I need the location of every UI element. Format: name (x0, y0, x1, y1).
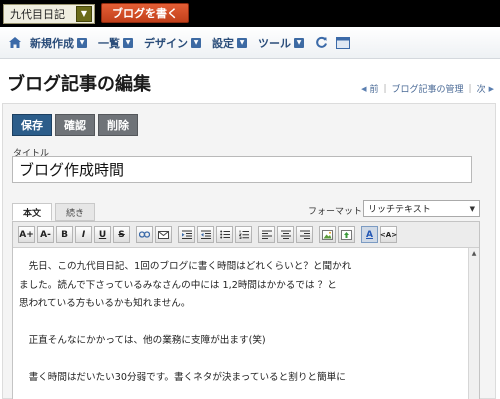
bold-button[interactable]: B (56, 226, 73, 243)
insert-image-icon[interactable] (319, 226, 336, 243)
editor-toolbar: A+ A- B I U S A <A> (13, 222, 479, 248)
indent-icon[interactable] (178, 226, 195, 243)
blog-name: 九代目日記 (10, 8, 65, 21)
format-label: フォーマット: (308, 207, 366, 217)
triangle-right-icon: ▶ (488, 84, 494, 93)
tab-more[interactable]: 続き (55, 203, 96, 221)
nav-separator: | (383, 83, 387, 94)
editor-tabs: 本文 続き (12, 203, 98, 221)
scroll-up-icon[interactable]: ▲ (470, 249, 478, 259)
body-line: 書く時間はだいたい30分弱です。書くネタが決まっていると割りと簡単に (19, 372, 346, 383)
italic-button[interactable]: I (75, 226, 92, 243)
save-button[interactable]: 保存 (12, 114, 52, 136)
nav-manage-link[interactable]: ブログ記事の管理 (392, 82, 464, 95)
format-value: リッチテキスト (368, 205, 431, 215)
editor-content[interactable]: 先日、この九代目日記、1回のブログに書く時間はどれくらいと？と聞かれ ました。読… (13, 248, 479, 388)
menu-bar: 新規作成 ▼ 一覧 ▼ デザイン ▼ 設定 ▼ ツール ▼ (0, 27, 500, 59)
nav-prev-link[interactable]: 前 (369, 82, 378, 95)
top-bar: 九代目日記 ▼ ブログを書く (0, 0, 500, 27)
refresh-icon[interactable] (315, 36, 328, 49)
menu-settings[interactable]: 設定 ▼ (212, 35, 247, 51)
text-color-button[interactable]: A (361, 226, 378, 243)
rich-text-editor: A+ A- B I U S A <A> 先日、この九代目日記、1回のブログに書く… (12, 221, 480, 399)
align-right-icon[interactable] (296, 226, 313, 243)
editor-scrollbar[interactable]: ▲ (468, 248, 479, 399)
upload-icon[interactable] (338, 226, 355, 243)
menu-new[interactable]: 新規作成 ▼ (30, 35, 87, 51)
chevron-down-icon: ▼ (237, 37, 247, 48)
menu-design[interactable]: デザイン ▼ (144, 35, 201, 51)
nav-next-link[interactable]: 次 (477, 82, 486, 95)
title-input[interactable]: ブログ作成時間 (12, 156, 472, 183)
align-left-icon[interactable] (258, 226, 275, 243)
bullet-list-icon[interactable] (216, 226, 233, 243)
numbered-list-icon[interactable] (235, 226, 252, 243)
body-line: 正直そんなにかかっては、他の業務に支障が出ます(笑) (19, 335, 266, 346)
menu-list[interactable]: 一覧 ▼ (98, 35, 133, 51)
page-nav: ◀ 前 | ブログ記事の管理 | 次 ▶ (361, 82, 494, 96)
chevron-down-icon[interactable]: ▼ (76, 6, 92, 22)
write-blog-button[interactable]: ブログを書く (101, 3, 189, 23)
body-line: 思われている方もいるかも知れません。 (19, 298, 191, 309)
tab-body[interactable]: 本文 (12, 203, 53, 221)
chevron-down-icon: ▼ (294, 37, 304, 48)
font-size-down-button[interactable]: A- (37, 226, 54, 243)
font-size-up-button[interactable]: A+ (18, 226, 35, 243)
email-icon[interactable] (155, 226, 172, 243)
window-icon[interactable] (336, 36, 350, 49)
confirm-button[interactable]: 確認 (55, 114, 95, 136)
edit-panel: 保存 確認 削除 タイトル ブログ作成時間 本文 続き フォーマット: リッチテ… (2, 103, 496, 399)
chevron-down-icon: ▼ (77, 37, 87, 48)
chevron-down-icon: ▼ (123, 37, 133, 48)
triangle-left-icon: ◀ (361, 84, 367, 93)
html-button[interactable]: <A> (380, 226, 397, 243)
menu-tools[interactable]: ツール ▼ (258, 35, 304, 51)
delete-button[interactable]: 削除 (98, 114, 138, 136)
strikethrough-button[interactable]: S (113, 226, 130, 243)
home-icon[interactable] (0, 36, 30, 49)
blog-selector[interactable]: 九代目日記 ▼ (3, 4, 95, 24)
underline-button[interactable]: U (94, 226, 111, 243)
chevron-down-icon: ▼ (191, 37, 201, 48)
action-buttons: 保存 確認 削除 (12, 114, 141, 136)
chevron-down-icon: ▼ (469, 204, 475, 213)
align-center-icon[interactable] (277, 226, 294, 243)
nav-separator: | (468, 83, 472, 94)
body-line: 先日、この九代目日記、1回のブログに書く時間はどれくらいと？と聞かれ (19, 261, 352, 272)
page-title: ブログ記事の編集 (7, 74, 151, 95)
body-line: ました。読んで下さっているみなさんの中には 1,2時間はかかるでは ？と (19, 279, 337, 291)
format-select[interactable]: リッチテキスト ▼ (363, 200, 480, 217)
outdent-icon[interactable] (197, 226, 214, 243)
link-icon[interactable] (136, 226, 153, 243)
